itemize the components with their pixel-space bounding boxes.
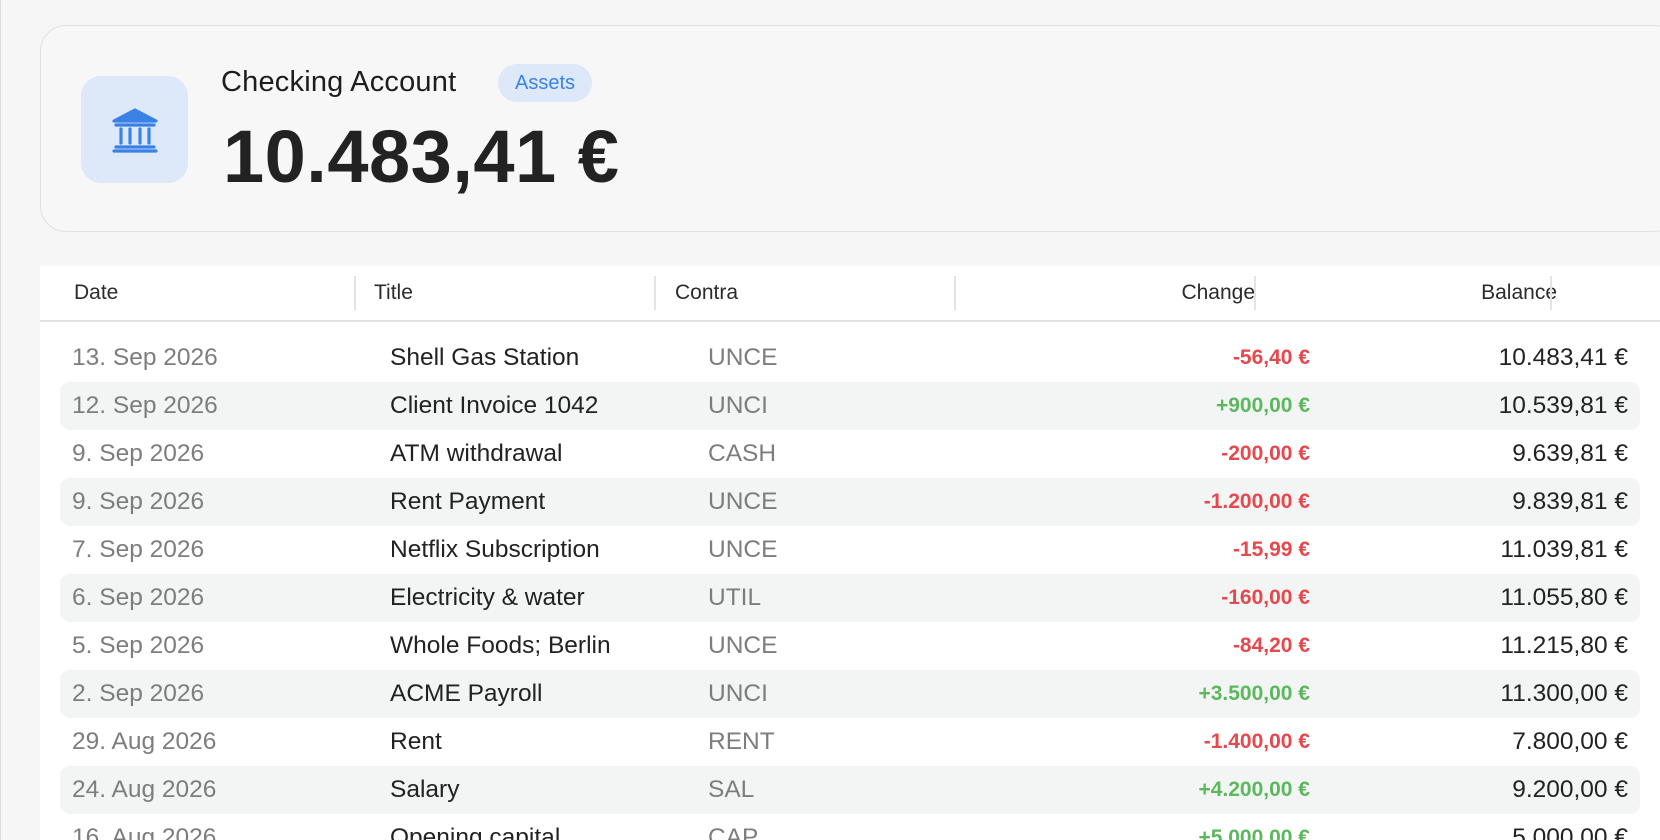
balance-cell: 10.483,41 €	[1498, 344, 1628, 371]
table-row[interactable]: 5. Sep 2026 Whole Foods; Berlin UNCE -84…	[60, 622, 1640, 670]
column-header-balance[interactable]: Balance	[1481, 266, 1557, 320]
column-header-contra[interactable]: Contra	[675, 266, 738, 320]
table-row[interactable]: 12. Sep 2026 Client Invoice 1042 UNCI +9…	[60, 382, 1640, 430]
account-summary-card: Checking Account Assets 10.483,41 €	[40, 25, 1660, 232]
balance-cell: 10.539,81 €	[1498, 392, 1628, 419]
date-cell: 29. Aug 2026	[72, 728, 217, 755]
change-cell: -200,00 €	[1221, 442, 1310, 465]
column-header-date[interactable]: Date	[74, 266, 118, 320]
change-cell: +900,00 €	[1215, 394, 1310, 417]
transactions-table: Date Title Contra Change Balance 13. Sep…	[40, 266, 1660, 840]
change-cell: -56,40 €	[1232, 346, 1310, 369]
title-cell: Salary	[390, 776, 460, 803]
table-row[interactable]: 6. Sep 2026 Electricity & water UTIL -16…	[60, 574, 1640, 622]
title-cell: Electricity & water	[390, 584, 585, 611]
contra-cell: UNCE	[708, 536, 778, 563]
contra-cell: UNCI	[708, 392, 768, 419]
change-cell: +3.500,00 €	[1198, 682, 1310, 705]
change-cell: -1.400,00 €	[1203, 730, 1310, 753]
date-cell: 2. Sep 2026	[72, 680, 205, 707]
column-resize-handle[interactable]	[1550, 276, 1552, 310]
change-cell: -160,00 €	[1221, 586, 1310, 609]
column-header-change[interactable]: Change	[1181, 266, 1255, 320]
table-row[interactable]: 24. Aug 2026 Salary SAL +4.200,00 € 9.20…	[60, 766, 1640, 814]
date-cell: 6. Sep 2026	[72, 584, 205, 611]
account-balance: 10.483,41 €	[223, 115, 620, 198]
change-cell: -15,99 €	[1232, 538, 1310, 561]
table-row[interactable]: 7. Sep 2026 Netflix Subscription UNCE -1…	[60, 526, 1640, 574]
title-cell: Shell Gas Station	[390, 344, 580, 371]
change-cell: +5.000,00 €	[1198, 826, 1310, 840]
change-cell: -84,20 €	[1232, 634, 1310, 657]
table-body: 13. Sep 2026 Shell Gas Station UNCE -56,…	[40, 334, 1660, 840]
contra-cell: SAL	[708, 776, 755, 803]
balance-cell: 9.639,81 €	[1512, 440, 1628, 467]
table-row[interactable]: 9. Sep 2026 Rent Payment UNCE -1.200,00 …	[60, 478, 1640, 526]
change-cell: +4.200,00 €	[1198, 778, 1310, 801]
date-cell: 7. Sep 2026	[72, 536, 205, 563]
table-row[interactable]: 13. Sep 2026 Shell Gas Station UNCE -56,…	[60, 334, 1640, 382]
title-cell: Rent Payment	[390, 488, 546, 515]
contra-cell: UNCE	[708, 344, 778, 371]
column-resize-handle[interactable]	[654, 276, 656, 310]
date-cell: 13. Sep 2026	[72, 344, 218, 371]
column-resize-handle[interactable]	[354, 276, 356, 310]
column-resize-handle[interactable]	[954, 276, 956, 310]
date-cell: 9. Sep 2026	[72, 488, 205, 515]
column-resize-handle[interactable]	[1254, 276, 1256, 310]
contra-cell: CAP	[708, 824, 759, 840]
date-cell: 12. Sep 2026	[72, 392, 218, 419]
table-row[interactable]: 9. Sep 2026 ATM withdrawal CASH -200,00 …	[60, 430, 1640, 478]
date-cell: 16. Aug 2026	[72, 824, 217, 840]
title-cell: Client Invoice 1042	[390, 392, 599, 419]
balance-cell: 9.200,00 €	[1512, 776, 1628, 803]
contra-cell: UNCE	[708, 488, 778, 515]
title-cell: Opening capital	[390, 824, 561, 840]
change-cell: -1.200,00 €	[1203, 490, 1310, 513]
title-cell: ACME Payroll	[390, 680, 543, 707]
balance-cell: 9.839,81 €	[1512, 488, 1628, 515]
window-left-edge	[0, 0, 1, 840]
contra-cell: CASH	[708, 440, 777, 467]
date-cell: 5. Sep 2026	[72, 632, 205, 659]
balance-cell: 11.055,80 €	[1500, 584, 1628, 611]
title-cell: Rent	[390, 728, 442, 755]
balance-cell: 7.800,00 €	[1512, 728, 1628, 755]
account-type-badge[interactable]: Assets	[498, 64, 593, 102]
date-cell: 24. Aug 2026	[72, 776, 217, 803]
column-header-title[interactable]: Title	[374, 266, 413, 320]
table-row[interactable]: 2. Sep 2026 ACME Payroll UNCI +3.500,00 …	[60, 670, 1640, 718]
title-cell: ATM withdrawal	[390, 440, 563, 467]
account-name: Checking Account	[221, 66, 457, 98]
balance-cell: 11.300,00 €	[1500, 680, 1628, 707]
date-cell: 9. Sep 2026	[72, 440, 205, 467]
bank-icon	[81, 76, 188, 183]
balance-cell: 11.039,81 €	[1500, 536, 1628, 563]
contra-cell: UNCI	[708, 680, 768, 707]
title-cell: Whole Foods; Berlin	[390, 632, 611, 659]
title-cell: Netflix Subscription	[390, 536, 600, 563]
balance-cell: 11.215,80 €	[1500, 632, 1628, 659]
table-row[interactable]: 16. Aug 2026 Opening capital CAP +5.000,…	[60, 814, 1640, 840]
contra-cell: UTIL	[708, 584, 762, 611]
contra-cell: RENT	[708, 728, 775, 755]
table-row[interactable]: 29. Aug 2026 Rent RENT -1.400,00 € 7.800…	[60, 718, 1640, 766]
table-header: Date Title Contra Change Balance	[40, 266, 1660, 322]
balance-cell: 5.000,00 €	[1512, 824, 1628, 840]
contra-cell: UNCE	[708, 632, 778, 659]
